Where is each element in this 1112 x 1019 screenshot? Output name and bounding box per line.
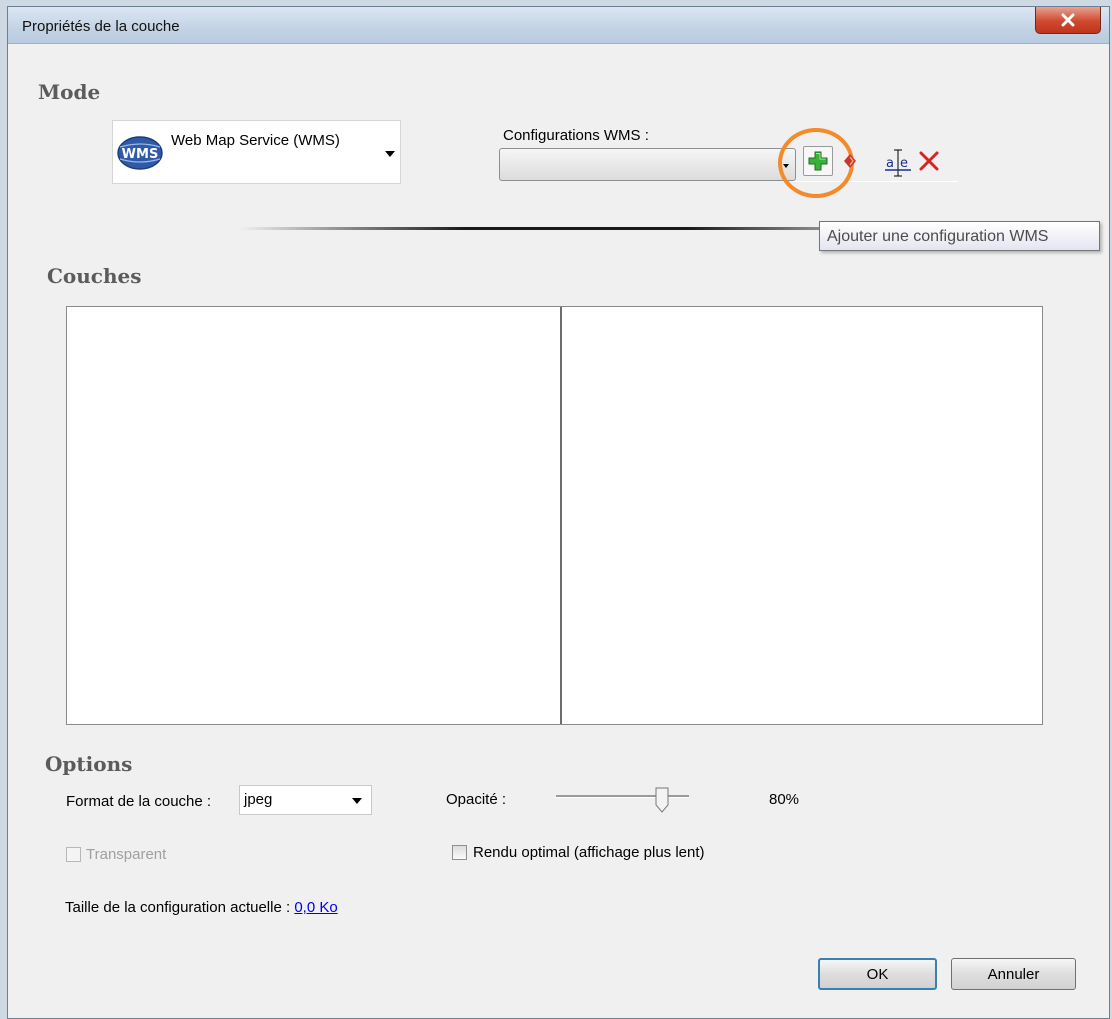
layers-panel (66, 306, 1043, 725)
config-size-text: Taille de la configuration actuelle : (65, 899, 291, 916)
title-bar[interactable]: Propriétés de la couche (8, 7, 1109, 44)
wms-globe-icon: WMS (117, 136, 163, 170)
layers-section-title: Couches (47, 264, 142, 288)
wms-logo-text: WMS (122, 147, 159, 162)
window-title: Propriétés de la couche (22, 18, 180, 35)
add-config-tooltip: Ajouter une configuration WMS (819, 221, 1100, 251)
service-type-dropdown[interactable]: WMS Web Map Service (WMS) (112, 120, 401, 184)
wms-configs-label: Configurations WMS : (503, 127, 649, 144)
config-size-link[interactable]: 0,0 Ko (294, 899, 337, 916)
chevron-down-icon (385, 151, 395, 157)
ok-button-label: OK (866, 965, 889, 983)
svg-text:a: a (886, 156, 894, 171)
import-arrow-icon[interactable] (843, 153, 857, 169)
close-button[interactable] (1035, 7, 1101, 34)
format-select[interactable]: jpeg (239, 785, 372, 815)
wms-config-select[interactable] (499, 148, 796, 181)
rename-icon[interactable]: a e (883, 149, 913, 177)
available-layers-list[interactable] (67, 307, 560, 724)
service-type-label: Web Map Service (WMS) (171, 132, 340, 149)
mode-section-title: Mode (38, 80, 101, 104)
format-value: jpeg (244, 791, 273, 808)
opacity-label: Opacité : (446, 791, 507, 808)
format-label: Format de la couche : (66, 793, 212, 810)
ok-button[interactable]: OK (818, 958, 937, 990)
section-divider (240, 227, 880, 230)
close-icon (1061, 13, 1075, 27)
svg-text:e: e (900, 156, 908, 171)
opacity-slider-thumb[interactable] (655, 787, 669, 813)
optimal-render-label: Rendu optimal (affichage plus lent) (473, 844, 705, 861)
cancel-button[interactable]: Annuler (951, 958, 1076, 990)
optimal-render-checkbox[interactable] (452, 845, 467, 860)
opacity-value: 80% (769, 791, 800, 808)
delete-icon[interactable] (918, 150, 940, 172)
chevron-down-icon (352, 798, 362, 804)
selected-layers-list[interactable] (562, 307, 1042, 724)
transparent-checkbox[interactable] (66, 847, 81, 862)
cancel-button-label: Annuler (987, 965, 1040, 983)
options-section-title: Options (45, 752, 133, 776)
config-size-label: Taille de la configuration actuelle : 0,… (65, 899, 338, 916)
transparent-label: Transparent (86, 846, 167, 863)
